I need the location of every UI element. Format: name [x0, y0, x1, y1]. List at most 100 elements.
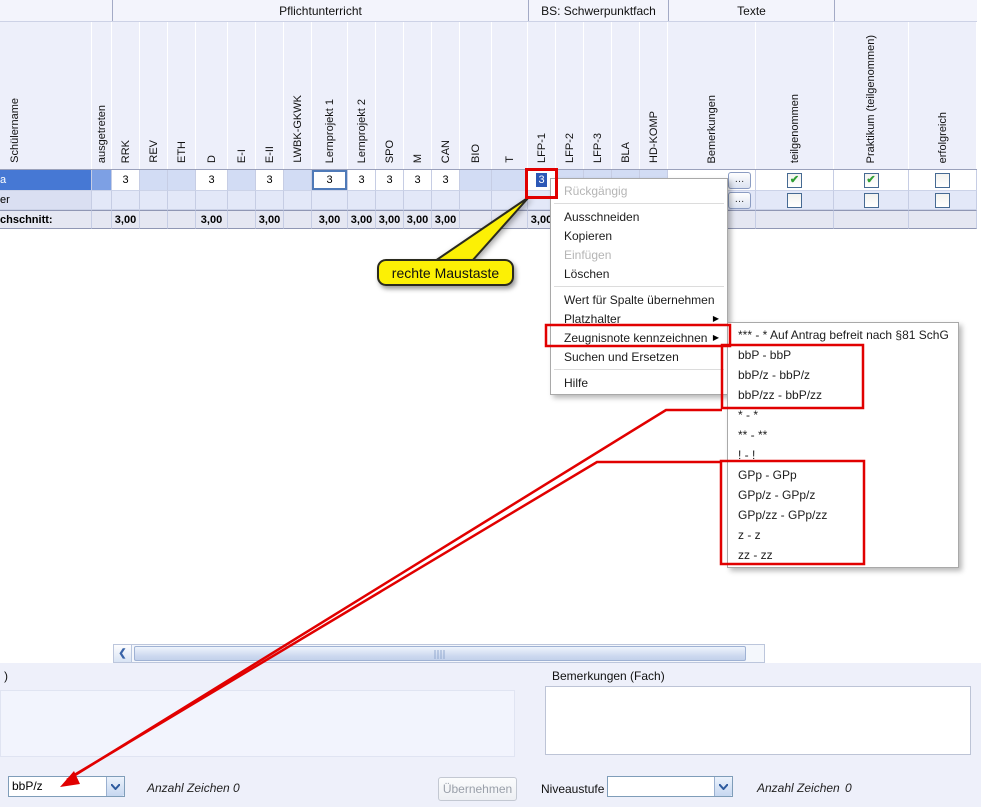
column-header-bla[interactable]: BLA — [612, 22, 640, 169]
teil-cell[interactable] — [756, 191, 834, 210]
student-name-cell[interactable]: er — [0, 191, 92, 210]
column-header-ausgetreten[interactable]: ausgetreten — [92, 22, 112, 169]
column-header-lfp1[interactable]: LFP-1 — [528, 22, 556, 169]
grade-cell-rrk[interactable]: 3,00 — [112, 210, 140, 229]
prak-cell[interactable]: ✔ — [834, 170, 909, 191]
erf-cell[interactable] — [909, 170, 977, 191]
column-header-lfp3[interactable]: LFP-3 — [584, 22, 612, 169]
grade-cell-d[interactable]: 3,00 — [196, 210, 228, 229]
grade-cell-can[interactable] — [432, 191, 460, 210]
grade-cell-eth[interactable] — [168, 210, 196, 229]
prak-checkbox[interactable]: ✔ — [864, 173, 879, 188]
ausgetreten-cell[interactable] — [92, 210, 112, 229]
grade-cell-e1[interactable] — [228, 170, 256, 191]
column-header-bio[interactable]: BIO — [460, 22, 492, 169]
grade-cell-lp1[interactable]: 3,00 — [312, 210, 348, 229]
menu-item-hilfe[interactable]: Hilfe — [551, 373, 727, 392]
erf-cell[interactable] — [909, 210, 977, 229]
scrollbar-thumb[interactable] — [134, 646, 746, 661]
grade-cell-e2[interactable]: 3 — [256, 170, 284, 191]
prak-cell[interactable] — [834, 191, 909, 210]
submenu-item-gpp-z-gpp-z[interactable]: GPp/z - GPp/z — [728, 485, 958, 505]
ausgetreten-cell[interactable] — [92, 170, 112, 191]
scroll-left-button[interactable]: ❮ — [114, 645, 132, 662]
niveaustufe-combobox[interactable] — [607, 776, 733, 797]
prak-cell[interactable] — [834, 210, 909, 229]
column-header-bem[interactable]: Bemerkungen — [668, 22, 756, 169]
student-name-cell[interactable]: a — [0, 170, 92, 191]
grade-cell-lp2[interactable]: 3 — [348, 170, 376, 191]
horizontal-scrollbar[interactable]: ❮ — [113, 644, 765, 663]
teil-checkbox[interactable]: ✔ — [787, 173, 802, 188]
grade-cell-lp2[interactable] — [348, 191, 376, 210]
menu-item-suchen-und-ersetzen[interactable]: Suchen und Ersetzen — [551, 347, 727, 366]
grade-cell-spo[interactable] — [376, 191, 404, 210]
bemerkungen-ellipsis-button[interactable]: … — [728, 192, 751, 209]
grade-cell-e2[interactable] — [256, 191, 284, 210]
grade-cell-bio[interactable] — [460, 170, 492, 191]
submenu-item--[interactable]: * - * — [728, 405, 958, 425]
grade-cell-lwbk[interactable] — [284, 191, 312, 210]
submenu-item--auf-antrag-befreit-nach-81-schg[interactable]: *** - * Auf Antrag befreit nach §81 SchG — [728, 325, 958, 345]
grade-cell-eth[interactable] — [168, 170, 196, 191]
column-header-can[interactable]: CAN — [432, 22, 460, 169]
ausgetreten-cell[interactable] — [92, 191, 112, 210]
grade-cell-can[interactable]: 3 — [432, 170, 460, 191]
column-header-lp2[interactable]: Lernprojekt 2 — [348, 22, 376, 169]
column-header-hdkomp[interactable]: HD-KOMP — [640, 22, 668, 169]
combo-dropdown-icon[interactable] — [106, 777, 124, 796]
grade-cell-e1[interactable] — [228, 191, 256, 210]
column-header-eth[interactable]: ETH — [168, 22, 196, 169]
column-header-t[interactable]: T — [492, 22, 528, 169]
menu-item-l-schen[interactable]: Löschen — [551, 264, 727, 283]
column-header-rrk[interactable]: RRK — [112, 22, 140, 169]
grade-cell-d[interactable] — [196, 191, 228, 210]
teil-cell[interactable]: ✔ — [756, 170, 834, 191]
grade-cell-lp1[interactable] — [312, 191, 348, 210]
grade-cell-rev[interactable] — [140, 210, 168, 229]
column-header-rev[interactable]: REV — [140, 22, 168, 169]
combo-dropdown-icon[interactable] — [714, 777, 732, 796]
grade-cell-t[interactable] — [492, 191, 528, 210]
grade-cell-spo[interactable]: 3 — [376, 170, 404, 191]
column-header-erf[interactable]: erfolgreich — [909, 22, 977, 169]
grade-cell-t[interactable] — [492, 210, 528, 229]
column-header-teil[interactable]: teilgenommen — [756, 22, 834, 169]
grade-cell-can[interactable]: 3,00 — [432, 210, 460, 229]
grade-cell-rrk[interactable] — [112, 191, 140, 210]
grade-cell-d[interactable]: 3 — [196, 170, 228, 191]
grade-cell-bio[interactable] — [460, 191, 492, 210]
grade-mark-combobox[interactable]: bbP/z — [8, 776, 125, 797]
menu-item-kopieren[interactable]: Kopieren — [551, 226, 727, 245]
uebernehmen-button[interactable]: Übernehmen — [438, 777, 517, 801]
submenu-item--[interactable]: ! - ! — [728, 445, 958, 465]
submenu-item-bbp-bbp[interactable]: bbP - bbP — [728, 345, 958, 365]
grade-cell-m[interactable] — [404, 191, 432, 210]
menu-item-platzhalter[interactable]: Platzhalter▶ — [551, 309, 727, 328]
left-remarks-textarea[interactable] — [0, 690, 515, 757]
grade-cell-bio[interactable] — [460, 210, 492, 229]
column-header-e1[interactable]: E-I — [228, 22, 256, 169]
grade-cell-rev[interactable] — [140, 191, 168, 210]
grade-cell-spo[interactable]: 3,00 — [376, 210, 404, 229]
bemerkungen-ellipsis-button[interactable]: … — [728, 172, 751, 189]
teil-checkbox[interactable] — [787, 193, 802, 208]
column-header-name[interactable]: Schülername — [0, 22, 92, 169]
menu-item-ausschneiden[interactable]: Ausschneiden — [551, 207, 727, 226]
grade-cell-e2[interactable]: 3,00 — [256, 210, 284, 229]
grade-cell-m[interactable]: 3 — [404, 170, 432, 191]
teil-cell[interactable] — [756, 210, 834, 229]
column-header-lfp2[interactable]: LFP-2 — [556, 22, 584, 169]
grade-cell-lwbk[interactable] — [284, 210, 312, 229]
submenu-item-bbp-z-bbp-z[interactable]: bbP/z - bbP/z — [728, 365, 958, 385]
submenu-item-z-z[interactable]: z - z — [728, 525, 958, 545]
grade-cell-rrk[interactable]: 3 — [112, 170, 140, 191]
erf-checkbox[interactable] — [935, 193, 950, 208]
column-header-prak[interactable]: Praktikum (teilgenommen) — [834, 22, 909, 169]
column-header-m[interactable]: M — [404, 22, 432, 169]
submenu-item-gpp-gpp[interactable]: GPp - GPp — [728, 465, 958, 485]
erf-cell[interactable] — [909, 191, 977, 210]
subject-remarks-textarea[interactable] — [545, 686, 971, 755]
submenu-item--[interactable]: ** - ** — [728, 425, 958, 445]
grade-cell-lp2[interactable]: 3,00 — [348, 210, 376, 229]
